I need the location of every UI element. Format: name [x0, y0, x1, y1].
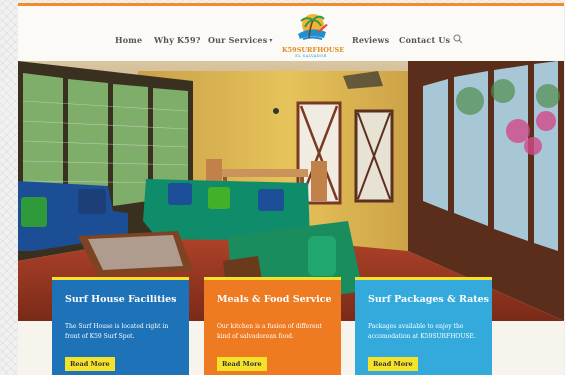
chevron-down-icon: ▾: [269, 37, 273, 44]
card-description: Our kitchen is a fusion of different kin…: [217, 323, 322, 340]
card-description: The Surf House is located right in front…: [65, 323, 169, 340]
card-title: Meals & Food Service: [217, 294, 332, 305]
nav-reviews[interactable]: Reviews: [352, 35, 389, 45]
nav-home[interactable]: Home: [115, 35, 142, 45]
card-surf-packages-rates: Surf Packages & Rates Packages available…: [355, 277, 492, 375]
card-title: Surf Packages & Rates: [368, 294, 490, 305]
nav-our-services[interactable]: Our Services ▾: [208, 35, 273, 45]
card-meals-food-service: Meals & Food Service Our kitchen is a fu…: [204, 277, 341, 375]
site-header: Home Why K59? Our Services ▾ K59SURFHOUSE…: [18, 6, 564, 64]
nav-contact-us[interactable]: Contact Us: [399, 35, 450, 45]
nav-why-k59[interactable]: Why K59?: [154, 35, 201, 45]
card-title: Surf House Facilities: [65, 294, 177, 305]
logo-subtext: EL SALVADOR: [295, 54, 327, 58]
card-accent-bar: [52, 277, 189, 280]
read-more-button[interactable]: Read More: [217, 357, 267, 371]
site-logo[interactable]: K59SURFHOUSE EL SALVADOR: [282, 12, 345, 60]
card-accent-bar: [355, 277, 492, 280]
card-description: Packages available to enjoy the accomoda…: [368, 323, 476, 340]
card-accent-bar: [204, 277, 341, 280]
read-more-button[interactable]: Read More: [368, 357, 418, 371]
card-surf-house-facilities: Surf House Facilities The Surf House is …: [52, 277, 189, 375]
search-icon[interactable]: [453, 34, 463, 44]
logo-text: K59SURFHOUSE: [282, 46, 345, 54]
nav-our-services-label: Our Services: [208, 35, 268, 45]
palm-tree-logo-icon: [298, 14, 328, 40]
read-more-button[interactable]: Read More: [65, 357, 115, 371]
